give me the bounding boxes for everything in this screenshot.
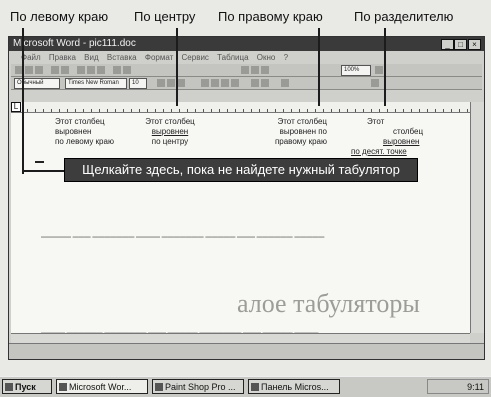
column-text: по центру [151, 137, 189, 146]
menu-window[interactable]: Окно [257, 53, 276, 62]
columns-icon[interactable] [251, 66, 259, 74]
leader-line [318, 28, 320, 106]
leader-line [176, 28, 178, 106]
right-aligned-column: Этот столбец выровнен по правому краю [243, 117, 327, 147]
horizontal-ruler[interactable] [11, 102, 470, 113]
menu-tools[interactable]: Сервис [182, 53, 209, 62]
standard-toolbar: 100% [11, 64, 482, 77]
copy-icon[interactable] [87, 66, 95, 74]
taskbar: Пуск Microsoft Wor... Paint Shop Pro ...… [0, 376, 491, 397]
caption-center-tab: По центру [134, 9, 196, 24]
left-aligned-column: Этот столбец выровнен по левому краю [55, 117, 114, 147]
menu-help[interactable]: ? [284, 53, 288, 62]
paste-icon[interactable] [97, 66, 105, 74]
decimal-aligned-column: Этот [367, 117, 384, 127]
column-text: Этот столбец [55, 117, 105, 126]
redo-icon[interactable] [123, 66, 131, 74]
column-text: Этот столбец [277, 117, 327, 126]
close-button[interactable]: × [468, 39, 481, 50]
justify-icon[interactable] [231, 79, 239, 87]
task-panel[interactable]: Панель Micros... [248, 379, 340, 394]
undo-icon[interactable] [113, 66, 121, 74]
word-window: Microsoft Word - pic111.doc _ □ × Файл П… [8, 36, 485, 360]
column-text: правому краю [274, 137, 327, 146]
clock: 9:11 [467, 382, 484, 392]
preview-icon[interactable] [61, 66, 69, 74]
align-left-icon[interactable] [201, 79, 209, 87]
paint-icon [155, 383, 163, 391]
column-text: выровнен [383, 137, 420, 146]
column-text: по десят. точке [351, 147, 407, 156]
minimize-button[interactable]: _ [441, 39, 454, 50]
window-title: Microsoft Word - pic111.doc [13, 38, 136, 49]
menu-format[interactable]: Формат [145, 53, 173, 62]
save-icon[interactable] [35, 66, 43, 74]
font-size-select[interactable]: 10 [129, 78, 147, 89]
horizontal-scrollbar[interactable] [11, 333, 470, 343]
windows-logo-icon [5, 383, 13, 391]
menu-table[interactable]: Таблица [217, 53, 248, 62]
column-text: Этот столбец [145, 117, 195, 126]
task-word[interactable]: Microsoft Wor... [56, 379, 148, 394]
center-aligned-column: Этот столбец выровнен по центру [129, 117, 211, 147]
tab-selector-callout: Щелкайте здесь, пока не найдете нужный т… [64, 158, 418, 182]
title-bar: Microsoft Word - pic111.doc _ □ × [9, 37, 484, 51]
print-icon[interactable] [51, 66, 59, 74]
bullets-icon[interactable] [261, 79, 269, 87]
font-select[interactable]: Times New Roman [65, 78, 127, 89]
faded-body-text: ▬▬▬▬▬ ▬▬▬ ▬▬▬▬▬▬▬ ▬▬▬▬ ▬▬▬▬▬▬▬ ▬▬▬▬▬ ▬▬▬… [41, 234, 325, 240]
zoom-select[interactable]: 100% [341, 65, 371, 76]
align-right-icon[interactable] [221, 79, 229, 87]
column-text: выровнен [151, 127, 189, 136]
caption-right-tab: По правому краю [218, 9, 323, 24]
leader-line [384, 28, 386, 106]
leader-line [22, 96, 24, 174]
faded-heading: алое табуляторы [237, 289, 420, 318]
table-icon[interactable] [241, 66, 249, 74]
end-of-document-mark [35, 161, 44, 163]
style-select[interactable]: Обычный [14, 78, 60, 89]
leader-line [22, 170, 64, 172]
column-text: по левому краю [55, 137, 114, 146]
start-button[interactable]: Пуск [2, 379, 52, 394]
column-text: выровнен [55, 127, 92, 136]
menu-insert[interactable]: Вставка [107, 53, 137, 62]
column-text: выровнен по [279, 127, 327, 136]
status-bar [9, 343, 484, 359]
indent-icon[interactable] [281, 79, 289, 87]
maximize-button[interactable]: □ [454, 39, 467, 50]
panel-icon [251, 383, 259, 391]
column-text: столбец [393, 127, 424, 136]
column-text: Этот [367, 117, 385, 126]
formatting-toolbar: Обычный Times New Roman 10 [11, 77, 482, 90]
bold-icon[interactable] [157, 79, 165, 87]
task-paintshop[interactable]: Paint Shop Pro ... [152, 379, 244, 394]
underline-icon[interactable] [177, 79, 185, 87]
open-icon[interactable] [25, 66, 33, 74]
cut-icon[interactable] [77, 66, 85, 74]
drawing-icon[interactable] [261, 66, 269, 74]
system-tray: 9:11 [427, 379, 489, 394]
menu-edit[interactable]: Правка [49, 53, 76, 62]
align-center-icon[interactable] [211, 79, 219, 87]
menu-view[interactable]: Вид [84, 53, 98, 62]
menu-bar: Файл Правка Вид Вставка Формат Сервис Та… [9, 52, 484, 63]
font-color-icon[interactable] [371, 79, 379, 87]
leader-line [22, 28, 24, 104]
caption-left-tab: По левому краю [10, 9, 109, 24]
word-icon [59, 383, 67, 391]
vertical-scrollbar[interactable] [470, 102, 484, 333]
caption-decimal-tab: По разделителю [354, 9, 454, 24]
tab-selector-button[interactable]: L [11, 102, 21, 112]
help-icon[interactable] [375, 66, 383, 74]
document-area[interactable]: Этот столбец выровнен по левому краю Это… [11, 113, 470, 333]
italic-icon[interactable] [167, 79, 175, 87]
numbering-icon[interactable] [251, 79, 259, 87]
